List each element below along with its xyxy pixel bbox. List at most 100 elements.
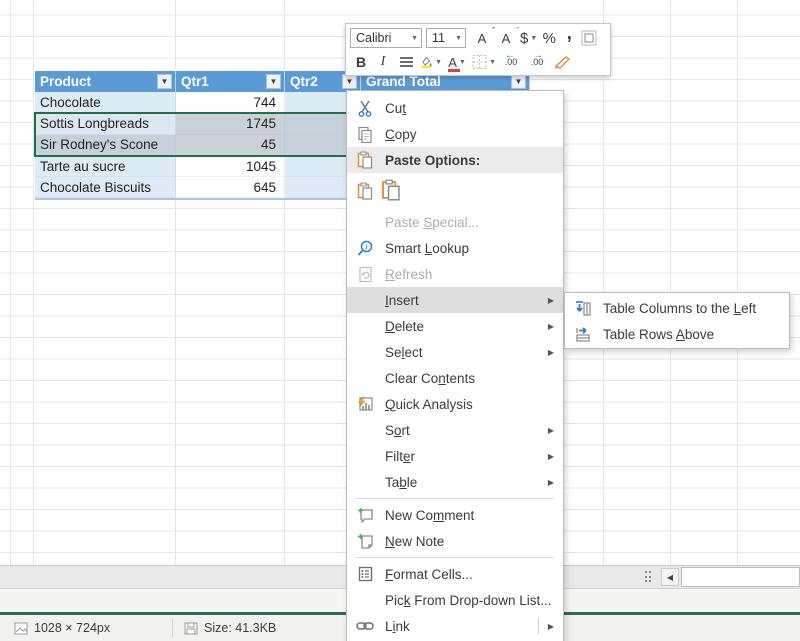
cell-qtr1[interactable]: 645 [176,177,285,198]
menu-item-label: Link [385,619,410,634]
filter-dropdown-button[interactable]: ▼ [266,74,281,89]
column-header-qtr1[interactable]: Qtr1▼ [176,71,285,92]
filter-dropdown-button[interactable]: ▼ [511,74,526,89]
horizontal-scrollbar-thumb[interactable] [681,567,800,587]
bold-icon: B [356,54,366,70]
gridline-vertical [670,0,671,565]
submenu-item-table-columns-to-the-left[interactable]: Table Columns to the Left [565,295,789,321]
shrink-font-button[interactable]: A ˇ [494,27,518,49]
menu-item-label: Pick From Drop-down List... [385,593,552,608]
fill-color-button[interactable]: ▼ [418,51,444,73]
comma-style-button[interactable]: , [559,27,579,49]
menu-item-label: Table [385,475,417,490]
font-color-button[interactable]: A ▼ [444,51,470,73]
copy-icon [355,126,375,143]
menu-item-pick-from-drop-down-list[interactable]: Pick From Drop-down List... [347,587,563,613]
status-separator [172,619,173,637]
menu-item-label: Copy [385,127,417,142]
mini-formatting-toolbar: Calibri ▼ 11 ▼ A ˆ A ˇ $ ▼ % [345,23,611,76]
cell-product[interactable]: Chocolate Biscuits [35,177,176,198]
menu-item-label: Filter [385,449,415,464]
format-cells-icon [355,566,375,582]
insert-submenu: Table Columns to the LeftTable Rows Abov… [564,292,790,349]
gridline-vertical [33,0,34,565]
menu-item-filter[interactable]: Filter ▶ [347,443,563,469]
chevron-down-icon: ▼ [411,35,418,42]
cell-product[interactable]: Sottis Longbreads [35,113,176,134]
font-color-icon: A [448,55,457,70]
column-header-product[interactable]: Product▼ [35,71,176,92]
paste-icon [355,151,375,169]
submenu-arrow-icon: ▶ [548,452,554,461]
menu-item-label: Sort [385,423,410,438]
menu-item-delete[interactable]: Delete▶ [347,313,563,339]
scroll-left-button[interactable]: ◀ [661,568,679,586]
cell-product[interactable]: Tarte au sucre [35,156,176,177]
context-menu: Cut Copy Paste Options: Paste Special...iSm… [346,90,564,641]
font-name-select[interactable]: Calibri ▼ [350,28,422,48]
filter-dropdown-button[interactable]: ▼ [157,74,172,89]
menu-item-clear-contents[interactable]: Clear Contents [347,365,563,391]
cut-icon [355,100,375,117]
menu-item-smart-lookup[interactable]: iSmart Lookup [347,235,563,261]
format-painter-icon [553,54,571,70]
percent-style-button[interactable]: % [539,27,559,49]
scrollbar-splitter-handle[interactable] [645,571,653,583]
menu-item-table[interactable]: Table▶ [347,469,563,495]
menu-item-new-comment[interactable]: New Comment [347,502,563,528]
cell-product[interactable]: Sir Rodney's Scone [35,135,176,156]
bold-button[interactable]: B [350,51,372,73]
center-button[interactable] [394,51,418,73]
link-icon [355,619,375,633]
accounting-format-button[interactable]: $ ▼ [518,27,539,49]
smart-lookup-icon: i [355,240,375,257]
menu-item-label: Delete [385,319,424,334]
paste-option-button[interactable] [347,173,563,209]
gridline-vertical [737,0,738,565]
menu-item-link[interactable]: Link▶ [347,613,563,639]
menu-separator [356,557,554,558]
cell-qtr1[interactable]: 744 [176,92,285,113]
menu-item-select[interactable]: Select ▶ [347,339,563,365]
font-name-value: Calibri [356,31,406,45]
menu-item-sort[interactable]: Sort ▶ [347,417,563,443]
submenu-arrow-icon: ▶ [548,426,554,435]
font-size-select[interactable]: 11 ▼ [426,28,466,48]
menu-item-new-note[interactable]: New Note [347,528,563,554]
arrow-left-icon: ◀ [667,573,673,582]
menu-item-label: New Comment [385,508,474,523]
menu-item-refresh[interactable]: Refresh [347,261,563,287]
menu-item-label: Select [385,345,423,360]
image-dimensions-icon [14,622,28,635]
italic-button[interactable]: I [372,51,394,73]
increase-decimal-button[interactable]: → .00 [524,51,550,73]
menu-item-label: Paste Options: [385,153,480,168]
menu-item-paste-special[interactable]: Paste Special... [347,209,563,235]
split-divider [538,618,539,634]
menu-item-insert[interactable]: Insert▶ [347,287,563,313]
new-note-icon [355,533,375,549]
cell-qtr1[interactable]: 1045 [176,156,285,177]
borders-button[interactable]: ▼ [470,51,498,73]
menu-item-cut[interactable]: Cut [347,95,563,121]
decrease-decimal-button[interactable]: ← .00 [498,51,524,73]
chevron-down-icon: ▼ [459,59,466,66]
grow-font-button[interactable]: A ˆ [470,27,494,49]
submenu-item-table-rows-above[interactable]: Table Rows Above [565,321,789,347]
menu-separator [356,498,554,499]
cell-product[interactable]: Chocolate [35,92,176,113]
menu-item-quick-analysis[interactable]: Quick Analysis [347,391,563,417]
insert-table-rows-icon [573,326,593,343]
filter-dropdown-button[interactable]: ▼ [342,74,357,89]
menu-item-copy[interactable]: Copy [347,121,563,147]
cell-qtr1[interactable]: 1745 [176,113,285,134]
cell-qtr1[interactable]: 45 [176,135,285,156]
cell-format-button[interactable] [579,27,599,49]
menu-item-format-cells[interactable]: Format Cells... [347,561,563,587]
image-dimensions-text: 1028 × 724px [34,621,110,635]
menu-item-label: Quick Analysis [385,397,473,412]
submenu-arrow-icon: ▶ [548,348,554,357]
currency-icon: $ [520,30,528,47]
format-painter-button[interactable] [550,51,574,73]
chevron-down-icon: ▼ [530,35,537,42]
